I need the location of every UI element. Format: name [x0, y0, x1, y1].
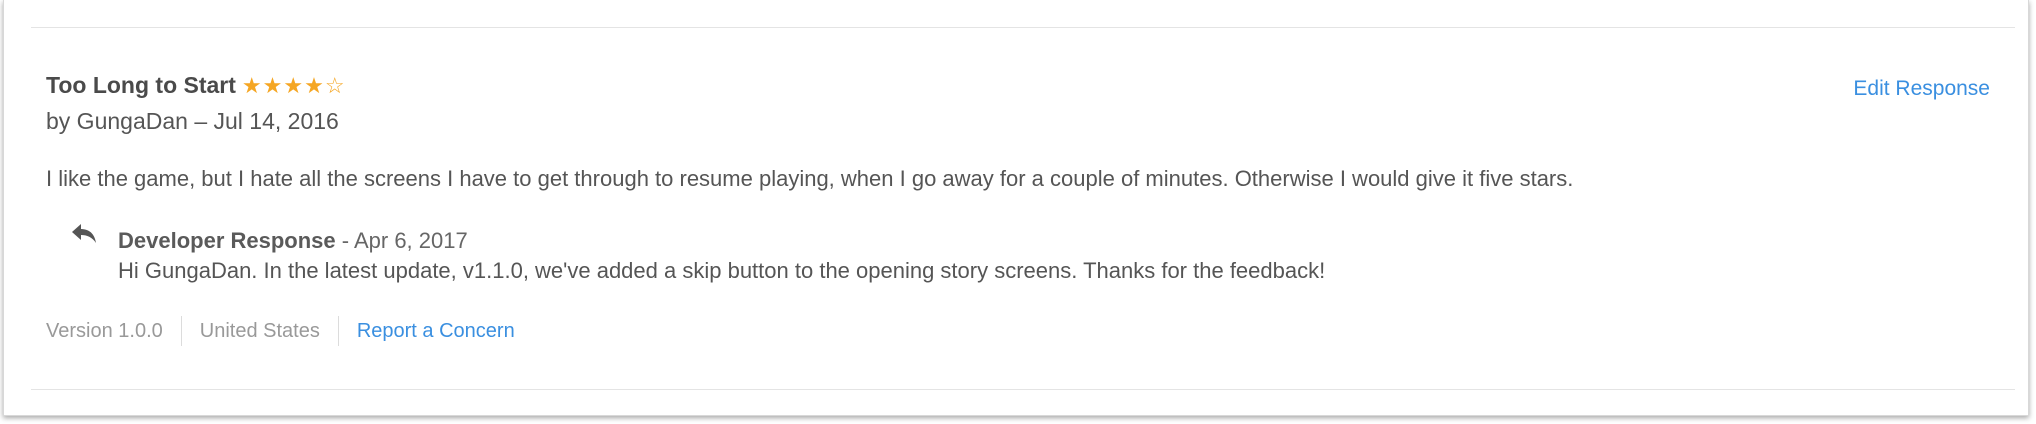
- reply-icon: [72, 224, 96, 243]
- country-label: United States: [199, 319, 320, 342]
- review-byline: by GungaDan – Jul 14, 2016: [46, 108, 339, 134]
- star-rating: ★★★★☆: [241, 72, 346, 98]
- review-body: I like the game, but I hate all the scre…: [46, 166, 1574, 191]
- meta-separator: [180, 316, 182, 346]
- developer-response-label: Developer Response: [118, 228, 336, 253]
- review-card: Too Long to Start ★★★★☆ by GungaDan – Ju…: [3, 0, 2029, 416]
- review-title: Too Long to Start: [46, 72, 236, 98]
- top-divider: [31, 27, 2015, 28]
- bottom-divider: [31, 389, 2015, 390]
- edit-response-link[interactable]: Edit Response: [1853, 77, 1990, 101]
- developer-response-body: Hi GungaDan. In the latest update, v1.1.…: [118, 258, 1326, 283]
- developer-response-header: Developer Response - Apr 6, 2017: [118, 228, 468, 254]
- meta-separator: [337, 316, 339, 346]
- review-header: Too Long to Start ★★★★☆: [46, 72, 346, 99]
- review-meta: Version 1.0.0 United States Report a Con…: [46, 316, 515, 346]
- version-label: Version 1.0.0: [46, 319, 163, 342]
- report-concern-link[interactable]: Report a Concern: [357, 320, 515, 343]
- developer-response-date: - Apr 6, 2017: [335, 228, 468, 253]
